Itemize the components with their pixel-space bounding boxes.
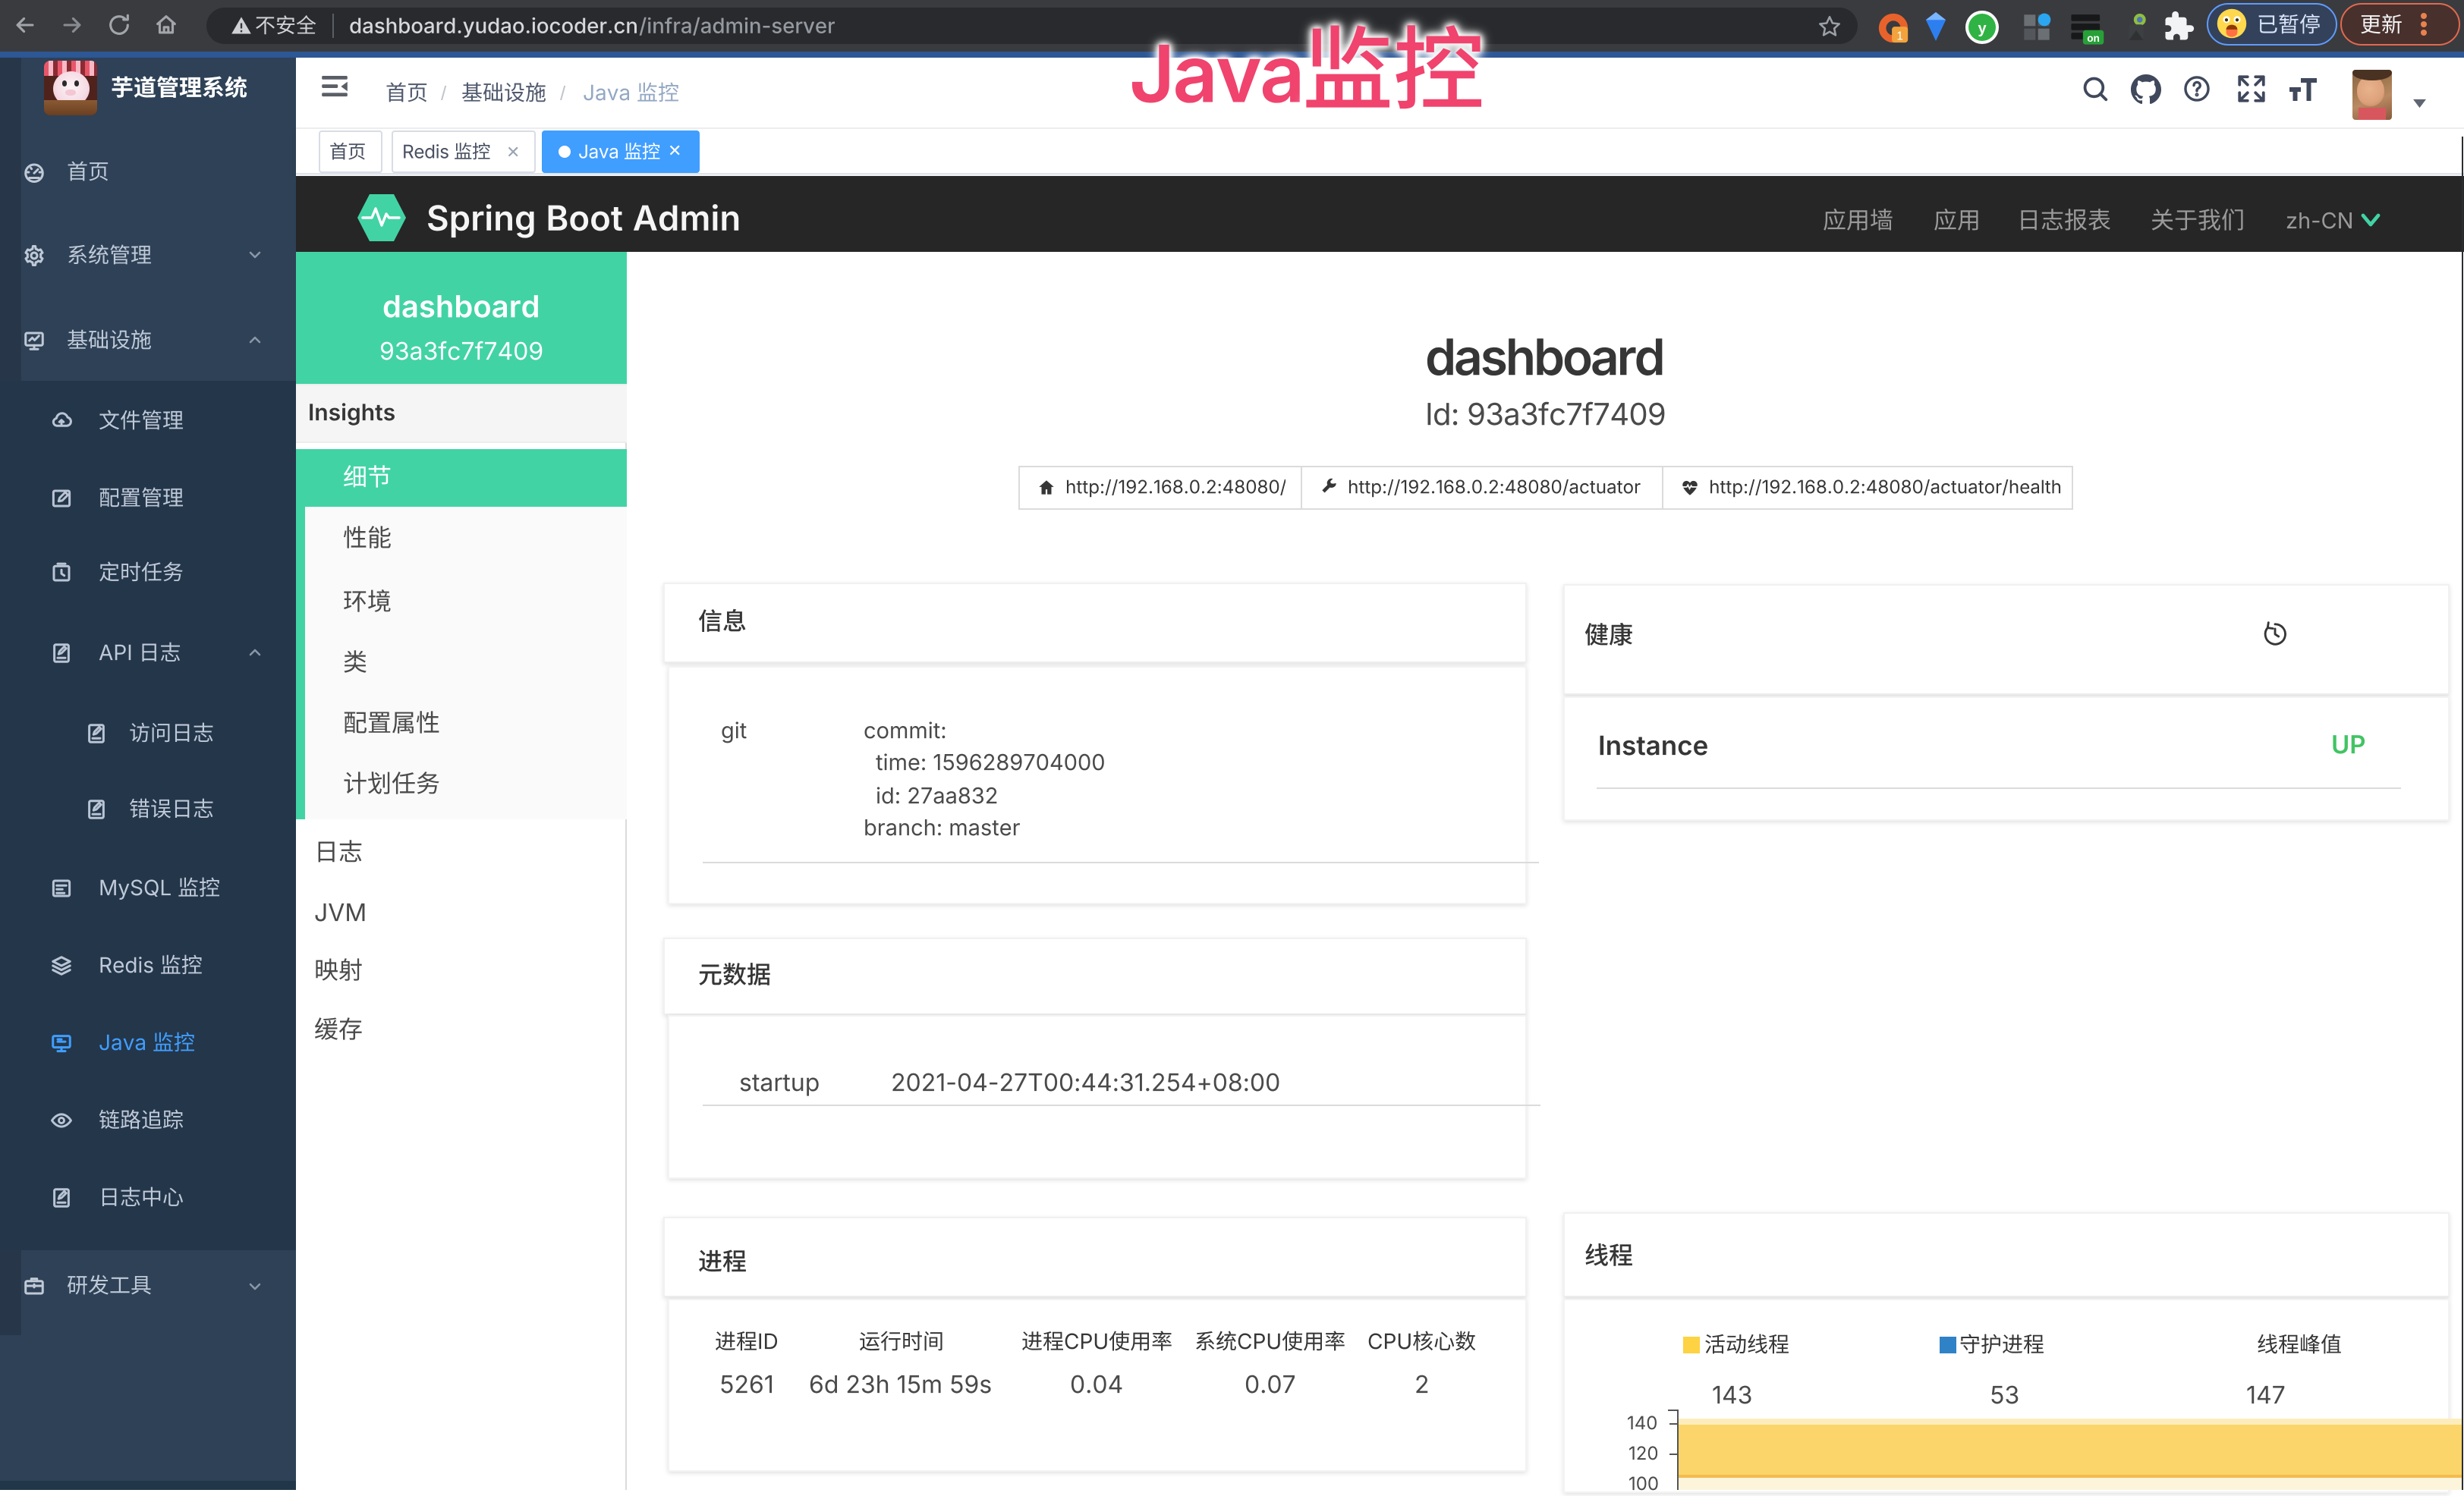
svg-text:1: 1 [1896,29,1903,42]
svg-text:on: on [2087,33,2100,44]
svg-text:y: y [1978,20,1987,37]
